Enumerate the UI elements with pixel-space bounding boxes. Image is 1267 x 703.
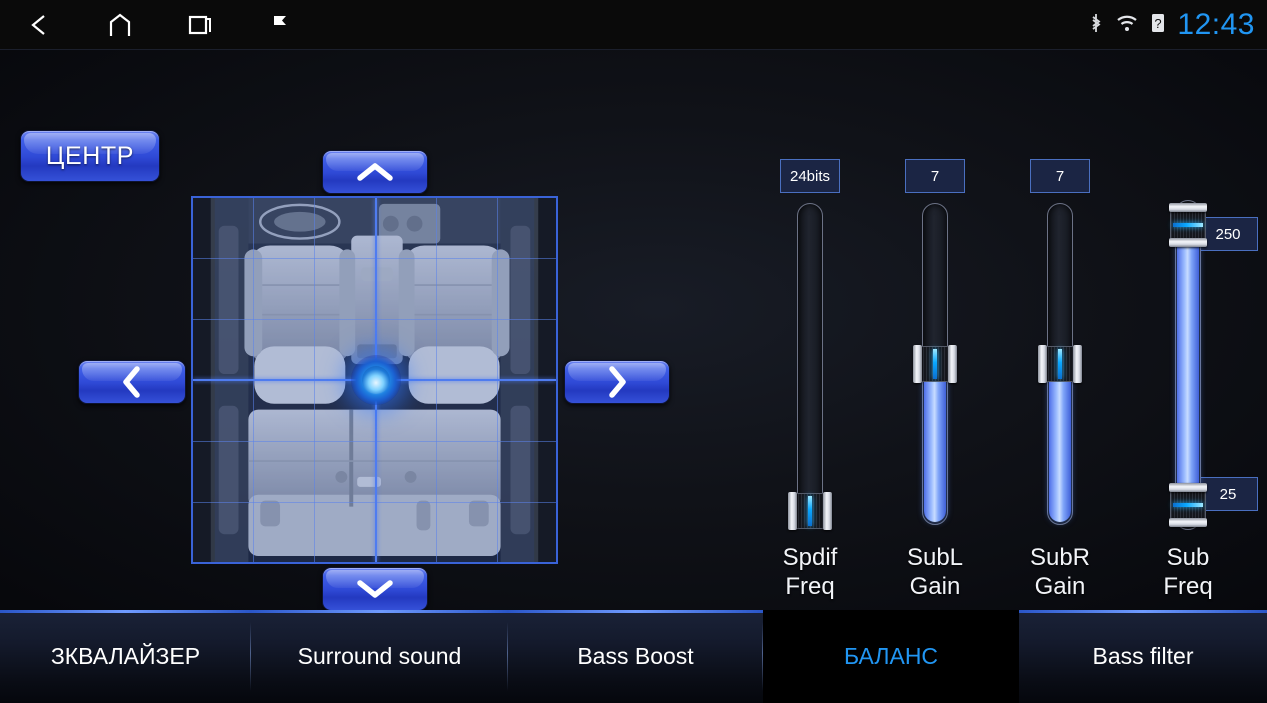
slider-label-line2: Gain xyxy=(909,573,961,600)
slider-label: SubL Gain xyxy=(875,543,995,601)
tab-label: Bass filter xyxy=(1092,643,1194,669)
tab-label: Surround sound xyxy=(297,643,462,669)
tab-label: ЗКВАЛАЙЗЕР xyxy=(50,643,201,669)
system-status-icons: ? 12:43 xyxy=(1088,0,1255,50)
slider-fill-range xyxy=(1177,230,1199,500)
audio-balance-screen: ? 12:43 ЦЕНТР 24bits Spdif Freq 7 SubL G… xyxy=(0,0,1267,703)
battery-unknown-icon: ? xyxy=(1150,12,1166,39)
home-icon[interactable] xyxy=(80,0,160,50)
slider-label-line1: SubL xyxy=(906,544,964,571)
slider-label-line1: SubR xyxy=(1029,544,1091,571)
android-navigation-bar xyxy=(0,0,320,50)
main-content: ЦЕНТР 24bits Spdif Freq 7 SubL Gain 7 Su… xyxy=(0,50,1267,611)
clock: 12:43 xyxy=(1177,8,1255,41)
thumb-cap-bottom xyxy=(1169,238,1207,247)
slider-thumb-high[interactable] xyxy=(1169,203,1207,247)
slider-label: Spdif Freq xyxy=(750,543,870,601)
status-bar: ? 12:43 xyxy=(0,0,1267,50)
tab-bass-filter[interactable]: Bass filter xyxy=(1019,610,1267,703)
center-button[interactable]: ЦЕНТР xyxy=(20,130,160,182)
slider-label-line1: Sub xyxy=(1166,544,1210,571)
thumb-cap-bottom xyxy=(1169,518,1207,527)
slider-label: Sub Freq xyxy=(1128,543,1248,601)
thumb-cap-top xyxy=(1169,203,1207,212)
balance-position-dot[interactable] xyxy=(351,355,401,405)
slider-value-badge-low[interactable]: 25 xyxy=(1198,477,1258,511)
thumb-cap-left xyxy=(788,492,797,530)
slider-label-line2: Freq xyxy=(1163,573,1213,600)
svg-text:?: ? xyxy=(1155,16,1162,31)
thumb-core xyxy=(1170,210,1206,240)
slider-fill xyxy=(924,368,946,522)
thumb-core xyxy=(1170,490,1206,520)
thumb-cap-left xyxy=(913,345,922,383)
thumb-core xyxy=(1045,346,1075,382)
tab-equalizer[interactable]: ЗКВАЛАЙЗЕР xyxy=(0,610,251,703)
chevron-right-icon xyxy=(609,366,626,398)
chevron-up-icon xyxy=(357,163,393,181)
slider-label: SubR Gain xyxy=(1000,543,1120,601)
slider-track-area[interactable] xyxy=(788,203,832,530)
slider-label-line1: Spdif xyxy=(782,544,838,571)
balance-left-button[interactable] xyxy=(78,360,186,404)
recents-icon[interactable] xyxy=(160,0,240,50)
tab-surround-sound[interactable]: Surround sound xyxy=(251,610,508,703)
tab-label: Bass Boost xyxy=(577,643,694,669)
slider-label-line2: Gain xyxy=(1034,573,1086,600)
tab-bar: ЗКВАЛАЙЗЕР Surround sound Bass Boost БАЛ… xyxy=(0,610,1267,703)
thumb-core xyxy=(920,346,950,382)
thumb-cap-left xyxy=(1038,345,1047,383)
thumb-cap-right xyxy=(948,345,957,383)
slider-fill xyxy=(1049,368,1071,522)
bluetooth-icon xyxy=(1088,11,1104,40)
slider-track-area[interactable] xyxy=(913,203,957,525)
tab-balance[interactable]: БАЛАНС xyxy=(763,610,1019,703)
chevron-down-icon xyxy=(357,580,393,598)
chevron-left-icon xyxy=(123,366,140,398)
back-icon[interactable] xyxy=(0,0,80,50)
slider-value-badge-high[interactable]: 250 xyxy=(1198,217,1258,251)
balance-right-button[interactable] xyxy=(564,360,670,404)
slider-thumb-low[interactable] xyxy=(1169,483,1207,527)
balance-pad[interactable] xyxy=(191,196,558,564)
slider-track xyxy=(797,203,823,525)
slider-label-line2: Freq xyxy=(785,573,835,600)
thumb-cap-right xyxy=(1073,345,1082,383)
slider-thumb[interactable] xyxy=(913,345,957,383)
tab-bass-boost[interactable]: Bass Boost xyxy=(508,610,763,703)
thumb-cap-top xyxy=(1169,483,1207,492)
thumb-cap-right xyxy=(823,492,832,530)
slider-thumb[interactable] xyxy=(1038,345,1082,383)
slider-track-area[interactable] xyxy=(1038,203,1082,525)
slider-value-badge[interactable]: 24bits xyxy=(780,159,840,193)
tab-label: БАЛАНС xyxy=(843,643,939,669)
slider-value-badge[interactable]: 7 xyxy=(1030,159,1090,193)
slider-track-area[interactable] xyxy=(1169,200,1207,530)
thumb-core xyxy=(795,493,825,529)
center-button-label: ЦЕНТР xyxy=(45,141,135,170)
wifi-icon xyxy=(1115,13,1139,38)
slider-value-badge[interactable]: 7 xyxy=(905,159,965,193)
balance-down-button[interactable] xyxy=(322,567,428,611)
balance-up-button[interactable] xyxy=(322,150,428,194)
slider-thumb[interactable] xyxy=(788,492,832,530)
flag-icon[interactable] xyxy=(240,0,320,50)
